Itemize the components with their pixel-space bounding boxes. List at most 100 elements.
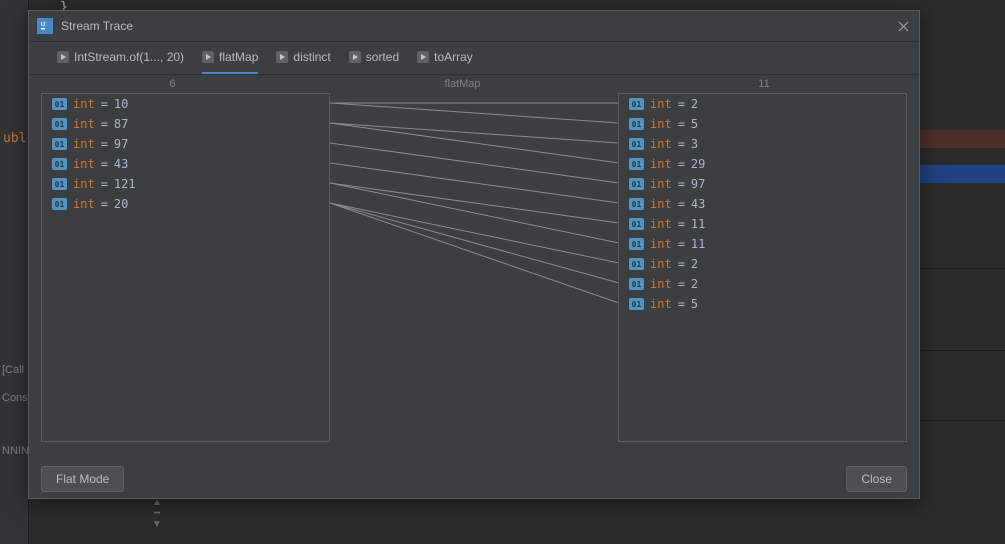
step-icon (276, 51, 288, 63)
stream-trace-dialog: IJ Stream Trace IntStream.of(1..., 20) fl… (28, 10, 920, 499)
trace-panels: 01int = 1001int = 8701int = 9701int = 43… (41, 93, 907, 442)
trace-item[interactable]: 01int = 10 (42, 94, 329, 114)
int-badge-icon: 01 (629, 178, 644, 190)
tab-sorted[interactable]: sorted (349, 42, 399, 74)
item-type: int (73, 157, 95, 171)
svg-text:IJ: IJ (41, 22, 45, 28)
item-type: int (650, 277, 672, 291)
tab-label: IntStream.of(1..., 20) (74, 50, 184, 64)
input-panel: 01int = 1001int = 8701int = 9701int = 43… (41, 93, 330, 442)
tab-label: flatMap (219, 50, 258, 64)
item-value: 11 (691, 237, 705, 251)
int-badge-icon: 01 (629, 298, 644, 310)
dialog-title: Stream Trace (61, 19, 133, 33)
trace-item[interactable]: 01int = 43 (42, 154, 329, 174)
item-type: int (650, 157, 672, 171)
left-count: 6 (29, 78, 316, 90)
item-type: int (650, 257, 672, 271)
column-headers: 6 flatMap 11 (29, 75, 919, 93)
item-type: int (650, 177, 672, 191)
tab-toarray[interactable]: toArray (417, 42, 473, 74)
dialog-titlebar: IJ Stream Trace (29, 11, 919, 42)
item-type: int (650, 197, 672, 211)
trace-item[interactable]: 01int = 29 (619, 154, 906, 174)
int-badge-icon: 01 (629, 98, 644, 110)
bg-label-running: NNIN (2, 445, 29, 457)
item-type: int (73, 97, 95, 111)
int-badge-icon: 01 (52, 138, 67, 150)
item-value: 43 (114, 157, 128, 171)
flat-mode-button[interactable]: Flat Mode (41, 466, 124, 492)
int-badge-icon: 01 (52, 118, 67, 130)
trace-item[interactable]: 01int = 20 (42, 194, 329, 214)
tab-label: sorted (366, 50, 399, 64)
trace-item[interactable]: 01int = 5 (619, 294, 906, 314)
step-icon (57, 51, 69, 63)
trace-item[interactable]: 01int = 87 (42, 114, 329, 134)
trace-item[interactable]: 01int = 5 (619, 114, 906, 134)
trace-item[interactable]: 01int = 11 (619, 234, 906, 254)
bg-label-callers: [Call (2, 364, 24, 376)
int-badge-icon: 01 (629, 118, 644, 130)
step-icon (417, 51, 429, 63)
editor-keyword: ubl (3, 131, 26, 146)
int-badge-icon: 01 (629, 158, 644, 170)
item-type: int (650, 297, 672, 311)
trace-item[interactable]: 01int = 121 (42, 174, 329, 194)
item-type: int (73, 177, 95, 191)
output-panel: 01int = 201int = 501int = 301int = 2901i… (618, 93, 907, 442)
trace-item[interactable]: 01int = 97 (42, 134, 329, 154)
close-icon[interactable] (895, 18, 911, 34)
tab-label: distinct (293, 50, 330, 64)
item-value: 3 (691, 137, 698, 151)
trace-item[interactable]: 01int = 11 (619, 214, 906, 234)
item-type: int (650, 97, 672, 111)
tab-label: toArray (434, 50, 473, 64)
stage-label: flatMap (316, 78, 609, 90)
item-value: 10 (114, 97, 128, 111)
connection-lines (330, 93, 619, 440)
close-button[interactable]: Close (846, 466, 907, 492)
trace-item[interactable]: 01int = 3 (619, 134, 906, 154)
item-value: 29 (691, 157, 705, 171)
item-value: 43 (691, 197, 705, 211)
dialog-footer: Flat Mode Close (29, 460, 919, 498)
int-badge-icon: 01 (629, 138, 644, 150)
item-type: int (73, 197, 95, 211)
trace-item[interactable]: 01int = 97 (619, 174, 906, 194)
int-badge-icon: 01 (629, 218, 644, 230)
item-value: 20 (114, 197, 128, 211)
right-count: 11 (609, 78, 919, 90)
int-badge-icon: 01 (52, 178, 67, 190)
trace-item[interactable]: 01int = 43 (619, 194, 906, 214)
int-badge-icon: 01 (629, 278, 644, 290)
int-badge-icon: 01 (629, 258, 644, 270)
int-badge-icon: 01 (52, 98, 67, 110)
item-type: int (73, 117, 95, 131)
item-value: 121 (114, 177, 136, 191)
item-type: int (650, 117, 672, 131)
tab-bar: IntStream.of(1..., 20) flatMap distinct sor… (29, 42, 919, 75)
int-badge-icon: 01 (52, 198, 67, 210)
item-type: int (650, 237, 672, 251)
trace-item[interactable]: 01int = 2 (619, 254, 906, 274)
bg-label-console: Cons (2, 392, 28, 404)
item-value: 97 (114, 137, 128, 151)
item-value: 2 (691, 97, 698, 111)
item-value: 5 (691, 117, 698, 131)
item-value: 5 (691, 297, 698, 311)
tab-intstreamof[interactable]: IntStream.of(1..., 20) (57, 42, 184, 74)
tab-distinct[interactable]: distinct (276, 42, 330, 74)
item-value: 87 (114, 117, 128, 131)
int-badge-icon: 01 (52, 158, 67, 170)
trace-item[interactable]: 01int = 2 (619, 274, 906, 294)
tab-flatmap[interactable]: flatMap (202, 42, 258, 74)
scroll-arrows[interactable]: ▲━▼ (148, 497, 166, 541)
item-type: int (650, 137, 672, 151)
item-type: int (650, 217, 672, 231)
app-icon: IJ (37, 18, 53, 34)
item-value: 97 (691, 177, 705, 191)
item-value: 2 (691, 277, 698, 291)
trace-item[interactable]: 01int = 2 (619, 94, 906, 114)
int-badge-icon: 01 (629, 198, 644, 210)
